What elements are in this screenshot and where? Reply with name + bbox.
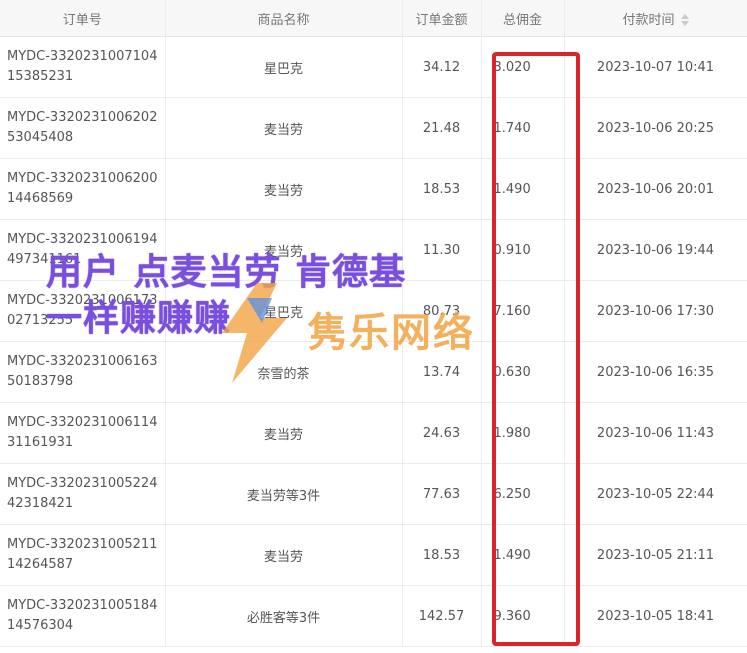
table-row: MYDC-332023100710415385231 星巴克 34.12 3.020 2…	[0, 36, 747, 98]
header-commission: 总佣金	[481, 0, 565, 37]
product-cell: 必胜客等3件	[165, 585, 403, 647]
header-product: 商品名称	[165, 0, 403, 37]
product-cell: 麦当劳	[165, 97, 403, 159]
order-id-cell: MYDC-332023100611431161931	[0, 402, 166, 464]
paid-time-cell: 2023-10-06 20:25	[564, 97, 747, 159]
product-cell: 麦当劳	[165, 158, 403, 220]
header-order-id: 订单号	[0, 0, 166, 37]
paid-time-cell: 2023-10-05 18:41	[564, 585, 747, 647]
product-cell: 麦当劳	[165, 402, 403, 464]
watermark-logo-text: 隽乐网络	[307, 310, 475, 356]
paid-time-cell: 2023-10-06 16:35	[564, 341, 747, 403]
table-row: MYDC-332023100620014468569 麦当劳 18.53 1.490 2…	[0, 158, 747, 220]
header-paid-time-label: 付款时间	[622, 12, 675, 28]
amount-cell: 21.48	[402, 97, 482, 159]
paid-time-cell: 2023-10-06 17:30	[564, 280, 747, 342]
amount-cell: 18.53	[402, 158, 482, 220]
amount-cell: 18.53	[402, 524, 482, 586]
order-id-cell: MYDC-332023100616350183798	[0, 341, 166, 403]
amount-cell: 77.63	[402, 463, 482, 525]
header-amount: 订单金额	[402, 0, 482, 37]
order-id-cell: MYDC-332023100620253045408	[0, 97, 166, 159]
amount-cell: 34.12	[402, 36, 482, 98]
amount-cell: 11.30	[402, 219, 482, 281]
order-id-cell: MYDC-332023100521114264587	[0, 524, 166, 586]
logo-icon	[222, 283, 287, 383]
product-cell: 星巴克	[165, 36, 403, 98]
order-id-cell: MYDC-332023100518414576304	[0, 585, 166, 647]
paid-time-cell: 2023-10-05 22:44	[564, 463, 747, 525]
table-header-row: 订单号 商品名称 订单金额 总佣金 付款时间	[0, 0, 747, 37]
order-id-cell: MYDC-332023100522442318421	[0, 463, 166, 525]
commission-highlight-box	[492, 52, 580, 646]
order-id-cell: MYDC-332023100620014468569	[0, 158, 166, 220]
table-row: MYDC-332023100611431161931 麦当劳 24.63 1.980 2…	[0, 402, 747, 464]
paid-time-cell: 2023-10-05 21:11	[564, 524, 747, 586]
paid-time-cell: 2023-10-07 10:41	[564, 36, 747, 98]
sort-icon[interactable]	[680, 14, 689, 26]
header-paid-time[interactable]: 付款时间	[564, 0, 747, 37]
product-cell: 麦当劳	[165, 524, 403, 586]
paid-time-cell: 2023-10-06 19:44	[564, 219, 747, 281]
order-id-cell: MYDC-332023100710415385231	[0, 36, 166, 98]
table-row: MYDC-332023100620253045408 麦当劳 21.48 1.740 2…	[0, 97, 747, 159]
amount-cell: 24.63	[402, 402, 482, 464]
table-row: MYDC-332023100522442318421 麦当劳等3件 77.63 6.2…	[0, 463, 747, 525]
amount-cell: 142.57	[402, 585, 482, 647]
paid-time-cell: 2023-10-06 20:01	[564, 158, 747, 220]
table-row: MYDC-332023100521114264587 麦当劳 18.53 1.490 2…	[0, 524, 747, 586]
table-row: MYDC-332023100518414576304 必胜客等3件 142.57 9.…	[0, 585, 747, 647]
product-cell: 麦当劳等3件	[165, 463, 403, 525]
paid-time-cell: 2023-10-06 11:43	[564, 402, 747, 464]
